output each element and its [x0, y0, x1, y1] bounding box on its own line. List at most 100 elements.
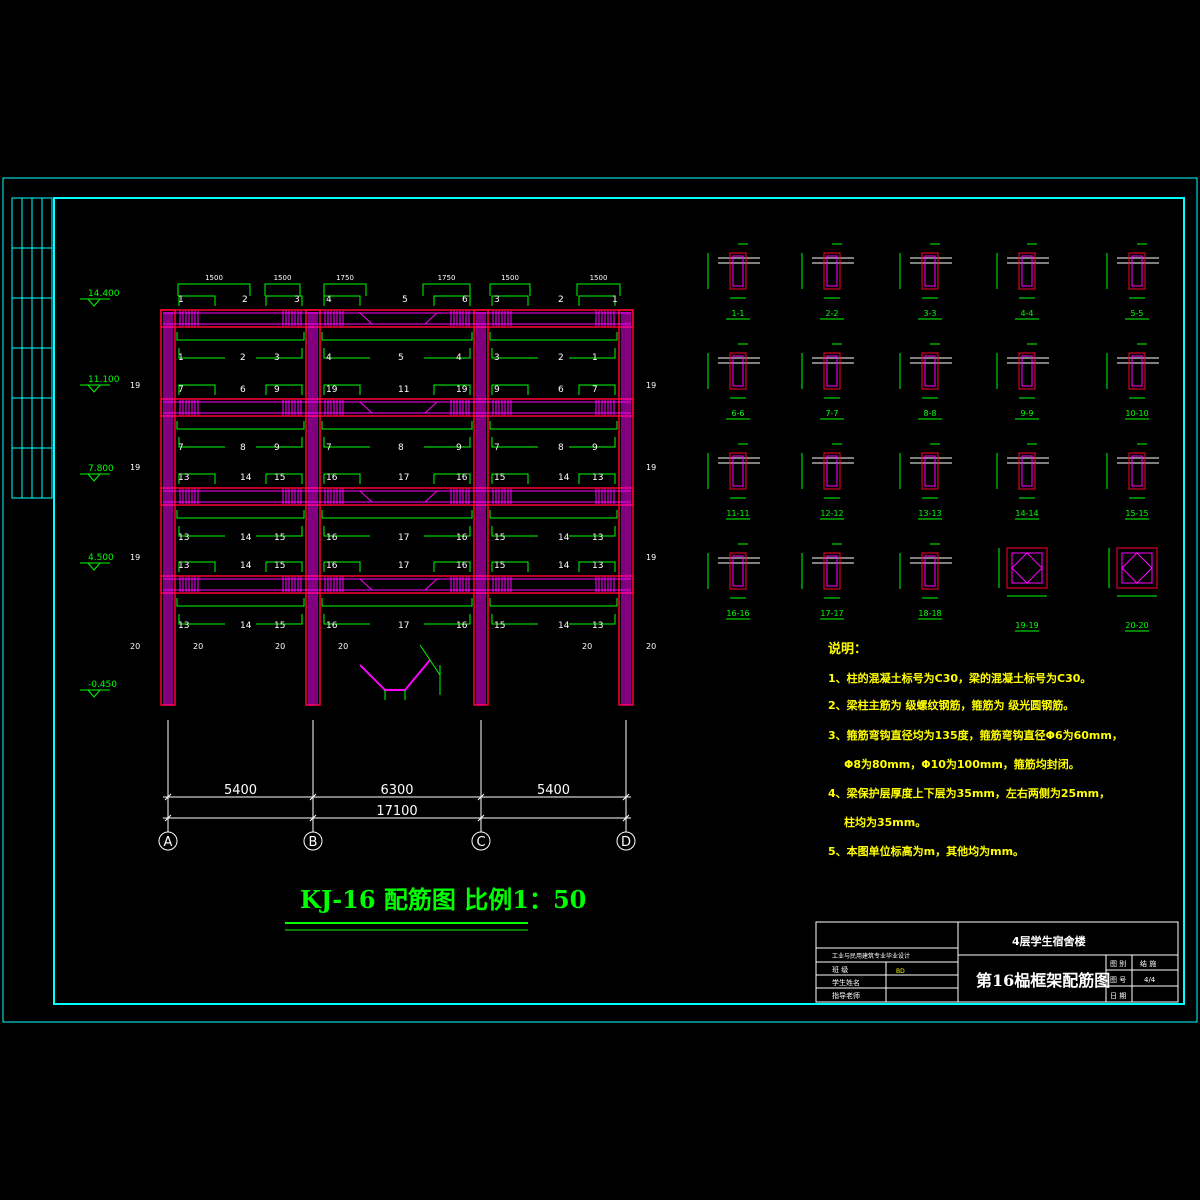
section-label: 12-12	[820, 509, 843, 518]
bar-mark: 16	[326, 533, 338, 543]
level-value: 11.100	[88, 375, 120, 385]
frame-elevation: 1500 1500 1750 1750 1500 15001 2 3 4 5 6 3 2 11 2 3 4 5 4 3…	[130, 274, 656, 706]
bar-mark: 16	[456, 561, 468, 571]
bar-mark: 9	[592, 443, 598, 453]
bar-mark: 13	[178, 621, 189, 631]
bar-mark: 4	[326, 295, 332, 305]
bar-marks: 1500 1500 1750 1750 1500 15001 2 3 4 5 6 3 2 11 2 3 4 5 4 3…	[130, 274, 656, 651]
stirrup-outline	[826, 255, 838, 287]
side-mark: 19	[646, 553, 656, 562]
section-label: 17-17	[820, 609, 843, 618]
bar-mark: 14	[240, 533, 252, 543]
top-dim	[177, 283, 251, 296]
cad-drawing: 1500 1500 1750 1750 1500 15001 2 3 4 5 6 3 2 11 2 3 4 5 4 3…	[2, 177, 1198, 1023]
section-label: 20-20	[1125, 621, 1148, 630]
notes: 说明： 1、柱的混凝土标号为C30，梁的混凝土标号为C30。 2、梁柱主筋为 级…	[828, 641, 1123, 858]
base-mark: 20	[646, 642, 656, 651]
stirrup-outline	[1131, 455, 1143, 487]
bar-mark: 19	[326, 385, 338, 395]
base-mark: 20	[275, 642, 285, 651]
section-label: 11-11	[726, 509, 749, 518]
stirrup-outline	[924, 255, 936, 287]
axis-label: A	[164, 835, 173, 850]
section-11-11: 11-11	[707, 443, 760, 520]
bar-mark: 8	[558, 443, 564, 453]
bar-mark: 7	[326, 443, 332, 453]
bar-mark: 15	[494, 561, 505, 571]
bar-mark: 2	[242, 295, 248, 305]
bar-extent	[321, 332, 473, 341]
bar-mark: 16	[326, 621, 338, 631]
bar-mark: 16	[326, 561, 338, 571]
section-16-16: 16-16	[707, 543, 760, 620]
tb-project: 4层学生宿舍楼	[1012, 934, 1086, 948]
section-8-8: 8-8	[899, 343, 952, 420]
stirrup-outline	[1131, 355, 1143, 387]
bar-mark: 13	[592, 533, 603, 543]
span-value: 6300	[380, 783, 413, 798]
bar-mark: 15	[494, 621, 505, 631]
axis-dimensions: A B C D 5400 6300 5400 17100	[158, 720, 636, 851]
section-15-15: 15-15	[1106, 443, 1159, 520]
tb-row3: 指导老师	[832, 991, 860, 1000]
section-label: 10-10	[1125, 409, 1148, 418]
section-label: 2-2	[825, 309, 838, 318]
axis-label: D	[621, 835, 631, 850]
column-outline	[1116, 547, 1158, 589]
bar-extent	[578, 295, 616, 306]
drawing-title: KJ-16 配筋图 比例1：50	[285, 885, 586, 931]
tb-student: BD	[896, 968, 905, 975]
bar-mark: 2	[558, 295, 564, 305]
tb-value-sheet: 结 施	[1140, 959, 1156, 968]
bar-mark: 3	[294, 295, 300, 305]
top-dim-value: 1750	[438, 274, 456, 282]
base-mark: 20	[130, 642, 140, 651]
note-3: 3、箍筋弯钩直径均为135度，箍筋弯钩直径Φ6为60mm，	[828, 728, 1123, 742]
bent-bar	[359, 490, 438, 503]
bent-bar	[359, 578, 438, 591]
bar-mark: 8	[240, 443, 246, 453]
notes-heading: 说明：	[828, 641, 867, 657]
bar-mark: 11	[398, 385, 409, 395]
top-dim-value: 1500	[590, 274, 608, 282]
stirrup-outline	[1021, 455, 1033, 487]
bar-mark: 17	[398, 533, 409, 543]
bar-mark: 7	[178, 443, 184, 453]
bar-mark: 13	[592, 621, 603, 631]
section-12-12: 12-12	[801, 443, 854, 520]
bar-mark: 5	[402, 295, 408, 305]
bar-mark: 19	[456, 385, 468, 395]
stirrup-outline	[826, 355, 838, 387]
tb-sheet-title: 第16榀框架配筋图	[976, 971, 1110, 990]
bar-mark: 3	[274, 353, 280, 363]
section-6-6: 6-6	[707, 343, 760, 420]
binding-strip	[11, 197, 53, 499]
section-7-7: 7-7	[801, 343, 854, 420]
bar-extent	[176, 598, 305, 607]
section-label: 4-4	[1020, 309, 1033, 318]
bar-mark: 9	[274, 443, 280, 453]
tb-label-no: 图 号	[1110, 976, 1126, 984]
bar-extent	[489, 510, 618, 519]
bar-mark: 9	[456, 443, 462, 453]
stirrup-outline	[1131, 255, 1143, 287]
bar-extent	[321, 510, 473, 519]
bar-mark: 14	[558, 533, 570, 543]
bar-mark: 14	[240, 473, 252, 483]
bar-mark: 17	[398, 473, 409, 483]
section-label: 15-15	[1125, 509, 1148, 518]
side-mark: 19	[130, 553, 140, 562]
bar-mark: 13	[178, 561, 189, 571]
section-10-10: 10-10	[1106, 343, 1159, 420]
stirrup-outline	[732, 455, 744, 487]
bar-mark: 3	[494, 353, 500, 363]
side-mark: 19	[130, 381, 140, 390]
section-label: 6-6	[731, 409, 744, 418]
stirrup-outline	[732, 255, 744, 287]
section-14-14: 14-14	[996, 443, 1049, 520]
axis-label: B	[309, 835, 318, 850]
note-4b: 柱均为35mm。	[844, 815, 926, 829]
bar-mark: 1	[592, 353, 598, 363]
section-label: 9-9	[1020, 409, 1033, 418]
bar-mark: 16	[456, 473, 468, 483]
